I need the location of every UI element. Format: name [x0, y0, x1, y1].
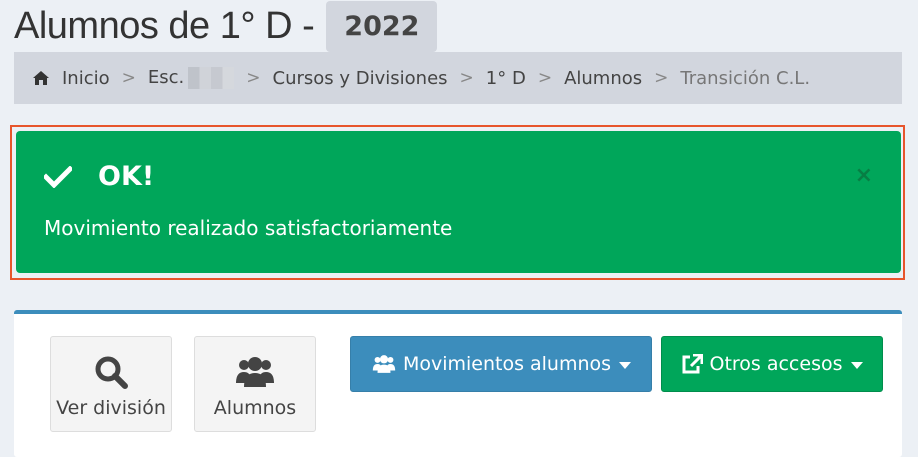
check-icon — [44, 165, 72, 188]
users-icon — [236, 357, 274, 387]
breadcrumb-inicio[interactable]: Inicio — [62, 68, 110, 89]
otros-accesos-label: Otros accesos — [709, 353, 843, 375]
breadcrumb-separator: > — [654, 68, 669, 88]
breadcrumb: Inicio > Esc. > Cursos y Divisiones > 1°… — [14, 52, 902, 104]
breadcrumb-escuela[interactable]: Esc. — [148, 67, 235, 89]
breadcrumb-cursos[interactable]: Cursos y Divisiones — [273, 68, 448, 89]
redacted-block — [188, 67, 235, 89]
page-title-text: Alumnos de 1° D - — [14, 4, 315, 47]
success-alert: OK! Movimiento realizado satisfactoriame… — [16, 131, 901, 273]
movimientos-label: Movimientos alumnos — [402, 353, 612, 375]
search-icon — [95, 356, 128, 389]
breadcrumb-separator: > — [121, 68, 136, 88]
caret-down-icon — [850, 361, 863, 369]
page-title: Alumnos de 1° D - 2022 — [14, 0, 438, 52]
external-link-icon — [682, 354, 704, 374]
users-icon — [372, 355, 396, 373]
breadcrumb-alumnos[interactable]: Alumnos — [564, 68, 642, 89]
breadcrumb-division[interactable]: 1° D — [486, 68, 526, 89]
breadcrumb-transicion: Transición C.L. — [680, 67, 811, 89]
otros-accesos-dropdown[interactable]: Otros accesos — [661, 336, 883, 392]
alumnos-button[interactable]: Alumnos — [194, 336, 316, 432]
actions-box: Ver división Alumnos Movimientos alumnos — [14, 310, 902, 457]
alert-title-text: OK! — [98, 161, 155, 192]
ver-division-button[interactable]: Ver división — [50, 336, 172, 432]
movimientos-alumnos-dropdown[interactable]: Movimientos alumnos — [350, 336, 652, 392]
ver-division-label: Ver división — [56, 397, 166, 419]
year-badge: 2022 — [326, 0, 438, 52]
close-icon[interactable]: × — [855, 163, 873, 188]
breadcrumb-separator: > — [246, 68, 261, 88]
alert-message: Movimiento realizado satisfactoriamente — [44, 216, 453, 240]
caret-down-icon — [619, 361, 632, 369]
breadcrumb-separator: > — [537, 68, 553, 88]
breadcrumb-separator: > — [459, 68, 474, 88]
alumnos-label: Alumnos — [213, 397, 297, 419]
alert-title: OK! — [44, 161, 154, 192]
home-icon — [33, 71, 49, 85]
